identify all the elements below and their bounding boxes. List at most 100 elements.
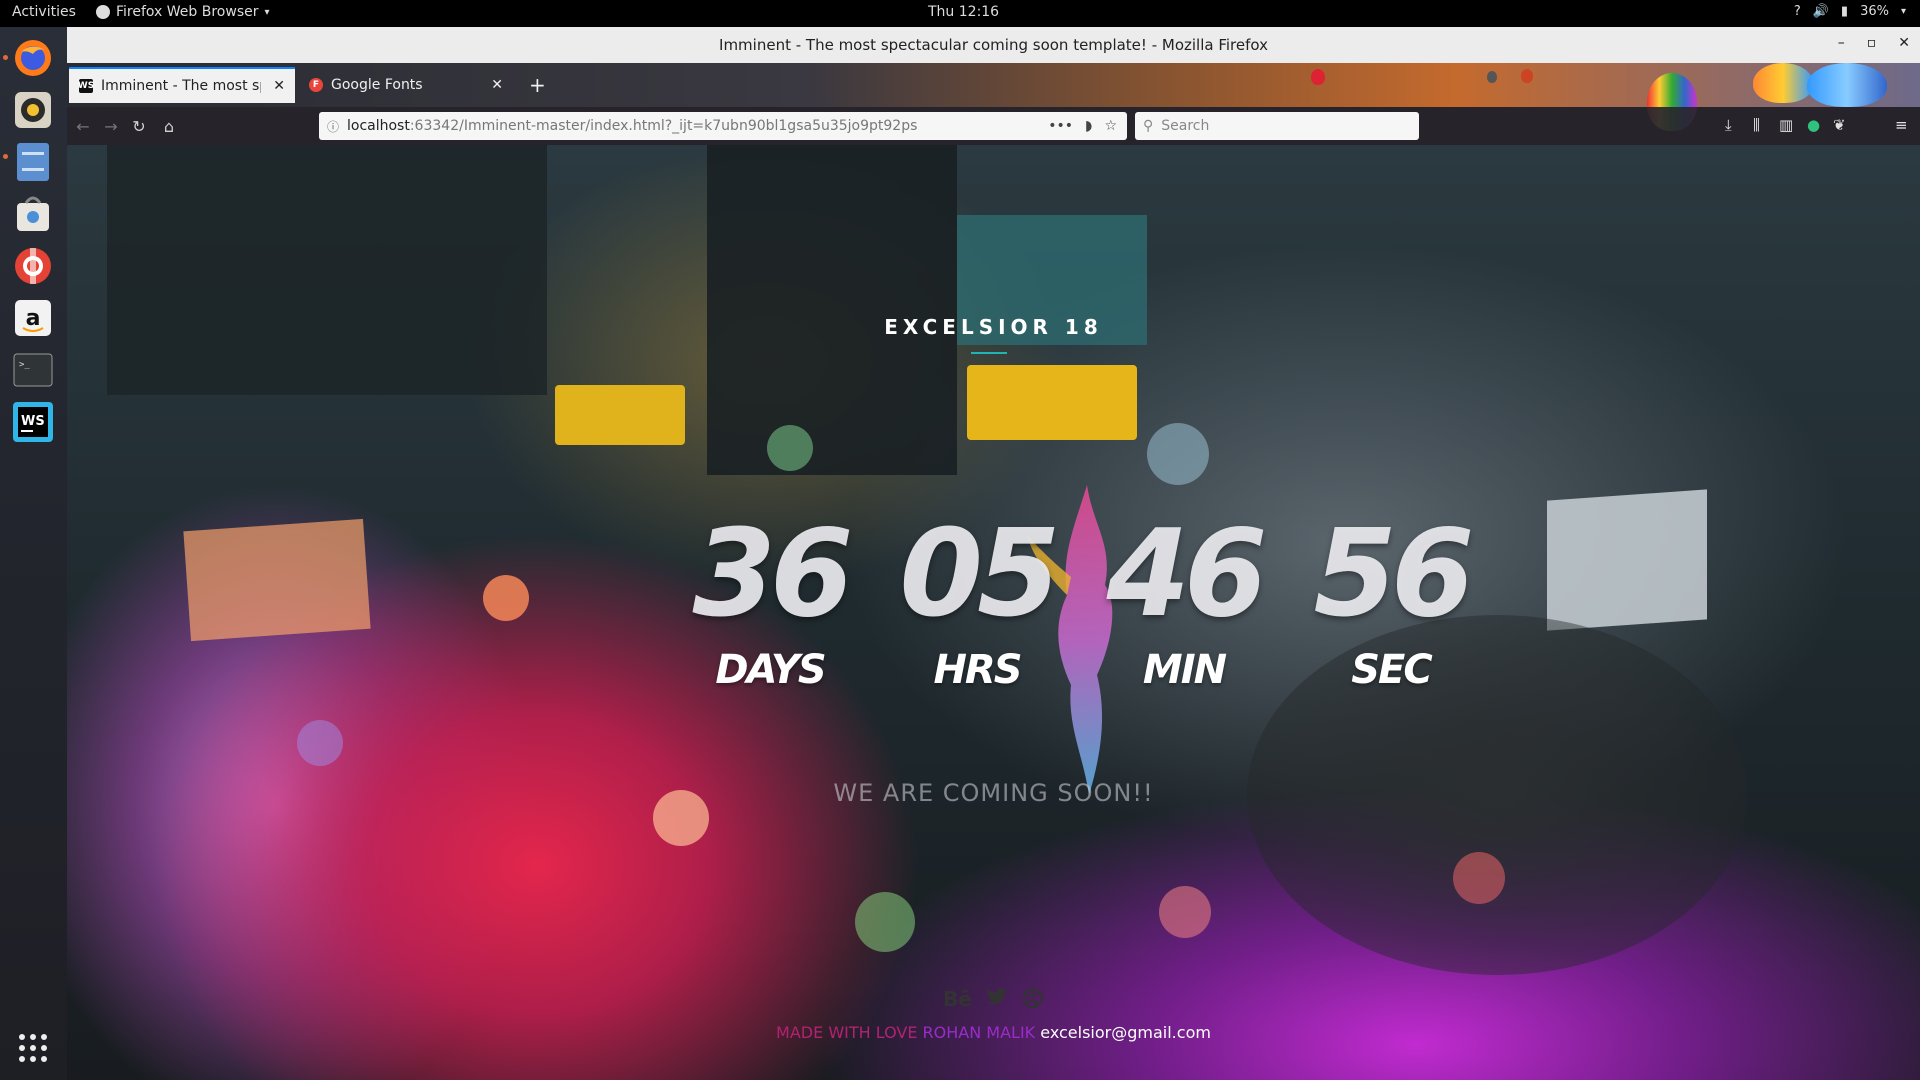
footer-credits: MADE WITH LOVE ROHAN MALIK excelsior@gma… [67,1023,1920,1042]
bokeh-circle [1453,852,1505,904]
dribbble-icon[interactable] [1022,987,1044,1014]
software-icon[interactable] [12,193,54,235]
metal-plate [1547,489,1707,631]
library-icon[interactable]: ⫼ [1753,116,1760,134]
credits-author-link[interactable]: ROHAN MALIK [923,1023,1036,1042]
chevron-down-icon: ▾ [1900,6,1906,17]
files-icon[interactable] [12,141,54,183]
amazon-icon[interactable]: a [12,297,54,339]
credits-made-with-love: MADE WITH LOVE [776,1023,923,1042]
webstorm-icon[interactable]: WS [12,401,54,443]
bokeh-circle [1159,886,1211,938]
window-title: Imminent - The most spectacular coming s… [719,36,1268,54]
home-icon[interactable]: ⌂ [157,115,181,137]
countdown-seconds-label: SEC [1351,647,1433,693]
maximize-icon[interactable]: ▫ [1867,35,1877,51]
tab-google-fonts[interactable]: F Google Fonts ✕ [299,67,513,103]
tab-imminent[interactable]: WS Imminent - The most spe ✕ [69,67,295,103]
countdown-hours-label: HRS [933,647,1022,693]
twitter-icon[interactable] [986,987,1008,1014]
countdown-minutes-value: 46 [1106,505,1268,644]
menu-icon[interactable]: ≡ [1895,116,1908,134]
background-shape [107,145,547,395]
social-links: Bē [67,987,1920,1014]
extension-icon[interactable]: ❦ [1833,116,1846,134]
search-input[interactable]: ⚲ Search [1135,112,1419,140]
dock: a >_ WS [0,27,67,1080]
page-actions-icon[interactable]: ••• [1048,118,1073,134]
background-shape [183,518,371,642]
bokeh-circle [1147,423,1209,485]
countdown-timer: 36 DAYS 05 HRS 46 MIN 56 SEC [680,515,1480,735]
countdown-minutes-label: MIN [1142,647,1227,693]
tab-label: Google Fonts [331,77,423,93]
navigation-toolbar: ← → ↻ ⌂ ⓘ localhost :63342/Imminent-mast… [67,107,1920,145]
activities-button[interactable]: Activities [12,4,76,20]
svg-text:>_: >_ [19,360,30,370]
firefox-small-icon [96,5,110,19]
rhythmbox-icon[interactable] [12,89,54,131]
countdown-seconds-value: 56 [1313,505,1475,644]
countdown-hours-value: 05 [899,505,1061,644]
bookmark-star-icon[interactable]: ☆ [1104,118,1117,134]
webstorm-favicon-icon: WS [77,79,95,93]
app-menu-label: Firefox Web Browser [116,4,259,20]
behance-icon[interactable]: Bē [943,987,972,1014]
system-tray[interactable]: ? 🔊 ▮ 36% ▾ [1794,4,1906,19]
balloon-decoration [1487,71,1497,83]
url-path: :63342/Imminent-master/index.html?_ijt=k… [409,118,918,134]
tab-label: Imminent - The most spe [101,78,261,94]
close-tab-icon[interactable]: ✕ [273,78,285,94]
bokeh-circle [767,425,813,471]
window-titlebar[interactable]: Imminent - The most spectacular coming s… [67,27,1920,63]
download-icon[interactable]: ⤓ [1725,116,1732,134]
gear-decoration [555,385,685,445]
back-icon[interactable]: ← [71,115,95,137]
minimize-icon[interactable]: – [1838,35,1845,51]
balloon-decoration [1807,63,1887,107]
battery-percent: 36% [1860,4,1889,19]
background-shape [707,145,957,475]
gear-decoration [967,365,1137,440]
chevron-down-icon: ▾ [264,6,270,18]
close-icon[interactable]: ✕ [1898,35,1910,51]
search-placeholder: Search [1161,118,1210,134]
forward-icon[interactable]: → [99,115,123,137]
new-tab-button[interactable]: + [519,67,549,103]
terminal-icon[interactable]: >_ [12,349,54,391]
countdown-days-value: 36 [692,505,854,644]
balloon-decoration [1521,69,1533,83]
bokeh-circle [855,892,915,952]
help-icon[interactable] [12,245,54,287]
url-bar[interactable]: ⓘ localhost :63342/Imminent-master/index… [319,112,1127,140]
battery-icon: ▮ [1840,4,1849,19]
credits-email[interactable]: excelsior@gmail.com [1035,1023,1211,1042]
countdown-hours: 05 HRS [887,505,1067,694]
bokeh-circle [297,720,343,766]
google-fonts-favicon-icon: F [309,78,323,92]
clock[interactable]: Thu 12:16 [928,4,999,20]
balloon-decoration [1311,69,1325,85]
countdown-days-label: DAYS [715,647,826,693]
running-indicator [3,154,8,159]
grammarly-icon[interactable]: ● [1807,116,1820,134]
app-menu[interactable]: Firefox Web Browser ▾ [96,4,270,20]
reload-icon[interactable]: ↻ [127,115,151,137]
firefox-icon[interactable] [12,37,54,79]
brand-title: EXCELSIOR 18 [884,315,1103,339]
tab-strip: WS Imminent - The most spe ✕ F Google Fo… [67,63,1920,131]
svg-text:WS: WS [21,414,45,429]
site-info-icon[interactable]: ⓘ [319,118,347,135]
sidebar-icon[interactable]: ▥ [1779,116,1793,134]
countdown-seconds: 56 SEC [1301,505,1481,694]
close-tab-icon[interactable]: ✕ [491,77,503,93]
firefox-window: Imminent - The most spectacular coming s… [67,27,1920,1080]
pocket-icon[interactable]: ◗ [1085,118,1092,134]
search-icon: ⚲ [1143,118,1154,134]
system-top-bar: Activities Firefox Web Browser ▾ Thu 12:… [0,0,1920,27]
show-apps-icon[interactable] [12,1027,54,1069]
url-host: localhost [347,118,410,134]
svg-text:a: a [26,306,41,331]
balloon-decoration [1753,63,1813,103]
running-indicator [3,55,8,60]
